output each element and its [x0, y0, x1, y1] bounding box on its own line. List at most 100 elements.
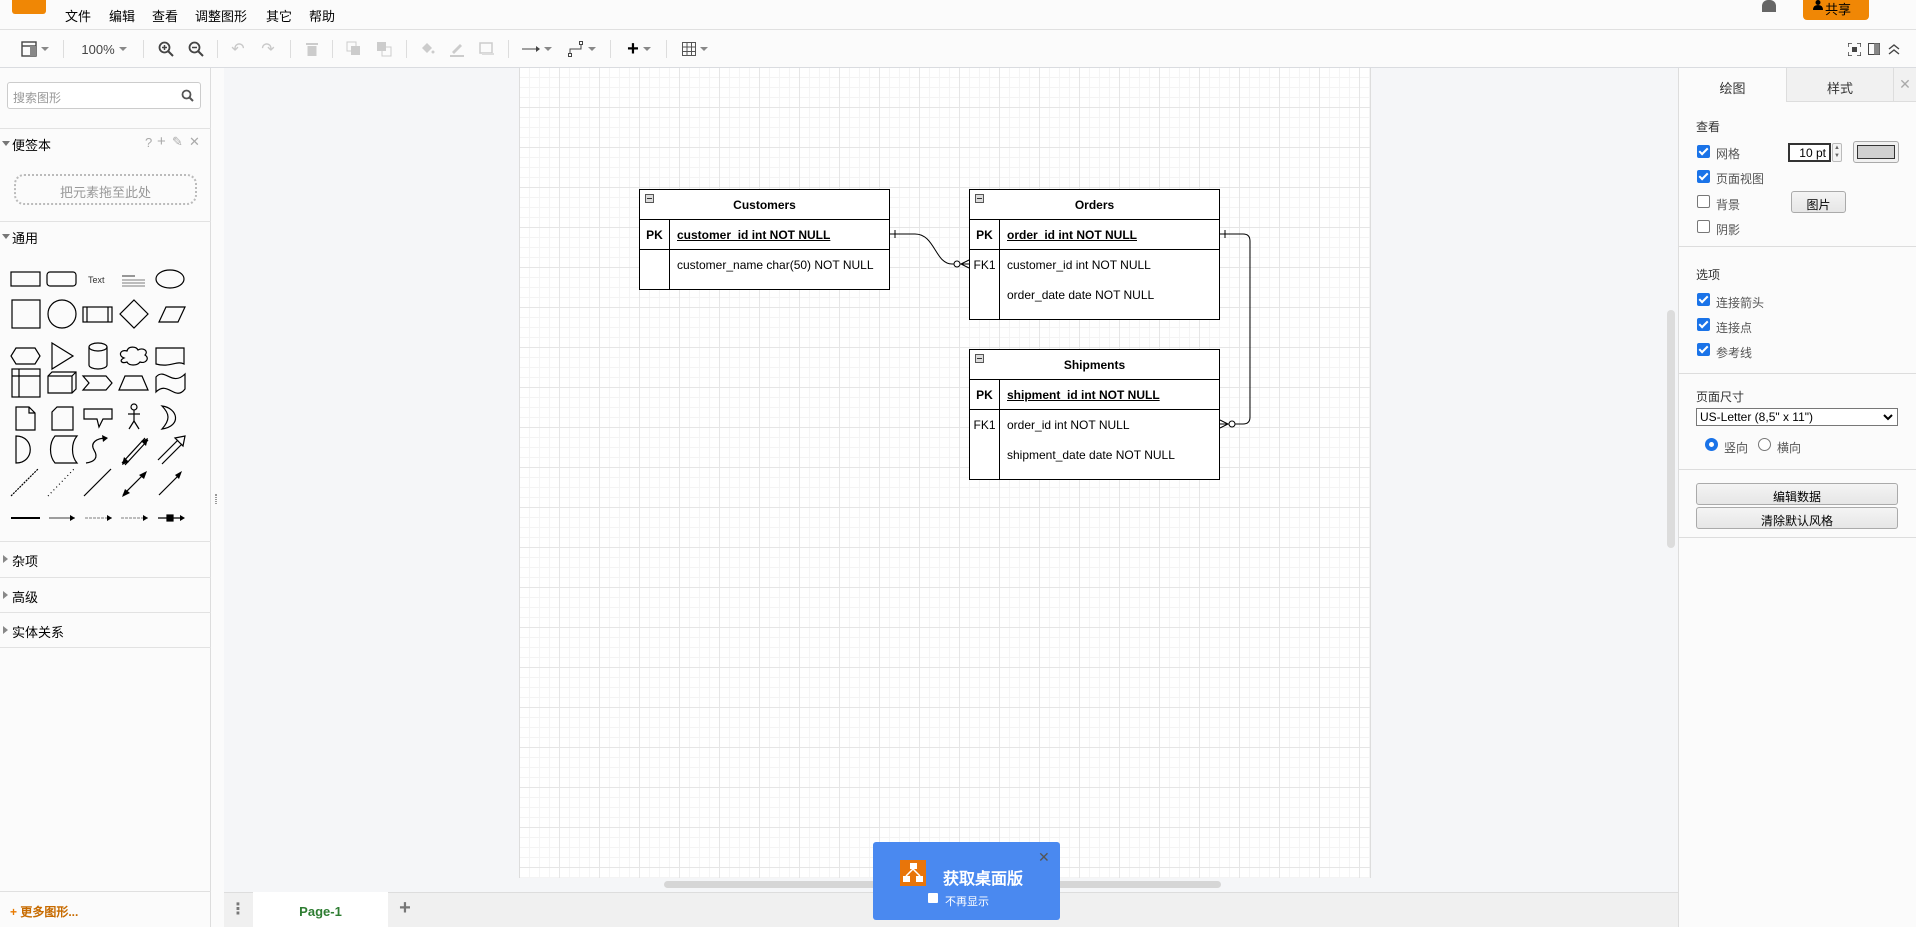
shape-circle[interactable]	[47, 299, 77, 329]
field-name[interactable]: order_id int NOT NULL	[1007, 418, 1130, 432]
close-panel-icon[interactable]: ✕	[1893, 68, 1916, 102]
undo-button[interactable]: ↶	[228, 38, 248, 60]
delete-button[interactable]	[302, 38, 322, 60]
entity-orders[interactable]: Orders PK order_id int NOT NULL FK1 custom…	[969, 189, 1220, 320]
shadow-button[interactable]	[477, 38, 497, 60]
redo-button[interactable]: ↷	[258, 38, 278, 60]
shape-or[interactable]	[160, 405, 177, 430]
tab-diagram[interactable]: 绘图	[1679, 68, 1786, 102]
shape-dashed-line[interactable]	[10, 468, 39, 497]
waypoint-style-button[interactable]	[565, 38, 599, 60]
grid-checkbox[interactable]	[1697, 145, 1710, 158]
section-misc[interactable]: 杂项	[0, 541, 211, 577]
section-general[interactable]: 通用	[0, 221, 211, 249]
collapse-icon[interactable]	[975, 354, 984, 363]
shape-cylinder[interactable]	[88, 342, 108, 370]
grid-size-input[interactable]: 10 pt	[1788, 143, 1831, 162]
toggle-format-panel[interactable]	[1866, 38, 1882, 60]
search-icon[interactable]	[181, 89, 194, 102]
to-back-button[interactable]	[374, 38, 394, 60]
shape-rectangle[interactable]	[10, 271, 41, 287]
menu-extras[interactable]: 其它	[266, 6, 292, 25]
shape-delay[interactable]	[15, 435, 31, 464]
collapse-icon[interactable]	[975, 194, 984, 203]
field-name[interactable]: order_id int NOT NULL	[1007, 228, 1137, 242]
shape-process[interactable]	[82, 306, 113, 323]
scratchpad-drop-zone[interactable]: 把元素拖至此处	[14, 174, 197, 205]
section-scratchpad[interactable]: 便签本 ? + ✎ ✕	[0, 128, 211, 156]
shape-directional-connector[interactable]	[158, 473, 181, 496]
connection-points-checkbox[interactable]	[1697, 318, 1710, 331]
zoom-dropdown[interactable]: 100%	[76, 38, 132, 60]
share-button[interactable]: 共享	[1803, 0, 1869, 20]
insert-button[interactable]: +	[622, 38, 656, 60]
shape-card[interactable]	[51, 406, 74, 431]
table-button[interactable]	[678, 38, 712, 60]
portrait-radio[interactable]	[1705, 438, 1718, 451]
field-name[interactable]: shipment_id int NOT NULL	[1007, 388, 1160, 402]
zoom-out-button[interactable]	[186, 38, 206, 60]
shape-step[interactable]	[81, 375, 113, 391]
menu-view[interactable]: 查看	[152, 6, 178, 25]
shape-data-storage[interactable]	[49, 435, 79, 464]
fill-color-button[interactable]	[417, 38, 437, 60]
zoom-in-button[interactable]	[156, 38, 176, 60]
dont-show-checkbox[interactable]	[928, 893, 938, 903]
page-size-select[interactable]: US-Letter (8,5" x 11")	[1696, 408, 1898, 426]
edit-data-button[interactable]: 编辑数据	[1696, 483, 1898, 505]
connection-arrows-checkbox[interactable]	[1697, 293, 1710, 306]
field-name[interactable]: order_date date NOT NULL	[1007, 288, 1154, 302]
scratchpad-help-icon[interactable]: ?	[145, 135, 152, 150]
tab-style[interactable]: 样式	[1786, 68, 1893, 102]
field-name[interactable]: customer_name char(50) NOT NULL	[677, 258, 874, 272]
shape-dotted-line[interactable]	[47, 468, 75, 497]
shape-diamond[interactable]	[119, 299, 149, 329]
shape-heading[interactable]	[122, 275, 145, 287]
menu-arrange[interactable]: 调整图形	[195, 6, 247, 25]
field-name[interactable]: customer_id int NOT NULL	[677, 228, 830, 242]
popup-close-icon[interactable]: ✕	[1038, 849, 1050, 866]
shape-trapezoid[interactable]	[118, 375, 149, 391]
section-entity-relation[interactable]: 实体关系	[0, 612, 211, 648]
vertical-scrollbar[interactable]	[1667, 310, 1675, 548]
menu-file[interactable]: 文件	[65, 6, 91, 25]
scratchpad-close-icon[interactable]: ✕	[189, 134, 200, 150]
clear-default-style-button[interactable]: 清除默认风格	[1696, 507, 1898, 529]
background-checkbox[interactable]	[1697, 195, 1710, 208]
landscape-radio[interactable]	[1758, 438, 1771, 451]
popup-title[interactable]: 获取桌面版	[943, 865, 1023, 889]
section-advanced[interactable]: 高级	[0, 577, 211, 613]
shape-line[interactable]	[83, 468, 112, 497]
fullscreen-button[interactable]	[1846, 38, 1862, 60]
shape-square[interactable]	[11, 299, 41, 329]
more-shapes-button[interactable]: + 更多图形...	[0, 891, 211, 927]
format-panel-toggle[interactable]	[18, 38, 52, 60]
grid-size-stepper[interactable]: ▲ ▼	[1832, 143, 1842, 162]
shape-note[interactable]	[15, 406, 36, 431]
shape-text[interactable]: Text	[88, 275, 105, 285]
shape-connector-symbol[interactable]	[158, 514, 183, 522]
background-image-button[interactable]: 图片	[1791, 191, 1846, 213]
shape-parallelogram[interactable]	[158, 306, 186, 323]
field-name[interactable]: shipment_date date NOT NULL	[1007, 448, 1175, 462]
sidebar-resize-handle[interactable]	[215, 494, 217, 504]
menu-help[interactable]: 帮助	[309, 6, 335, 25]
notification-bell-icon[interactable]	[1762, 0, 1776, 12]
page-tab[interactable]: Page-1	[253, 892, 388, 927]
entity-customers[interactable]: Customers PK customer_id int NOT NULL cus…	[639, 189, 890, 290]
shadow-checkbox[interactable]	[1697, 220, 1710, 233]
shape-document[interactable]	[155, 347, 185, 366]
shape-single-arrow[interactable]	[157, 435, 186, 465]
scratchpad-edit-icon[interactable]: ✎	[172, 134, 183, 150]
field-name[interactable]: customer_id int NOT NULL	[1007, 258, 1151, 272]
shape-triangle[interactable]	[51, 341, 75, 371]
add-page-button[interactable]: +	[395, 897, 415, 919]
shape-search-input[interactable]: 搜索图形	[7, 82, 201, 109]
shape-rounded-rectangle[interactable]	[46, 271, 77, 287]
scratchpad-add-icon[interactable]: +	[157, 133, 166, 150]
page-view-checkbox[interactable]	[1697, 170, 1710, 183]
guides-checkbox[interactable]	[1697, 343, 1710, 356]
entity-shipments[interactable]: Shipments PK shipment_id int NOT NULL FK1…	[969, 349, 1220, 480]
line-color-button[interactable]	[447, 38, 467, 60]
shape-cube[interactable]	[47, 371, 77, 394]
